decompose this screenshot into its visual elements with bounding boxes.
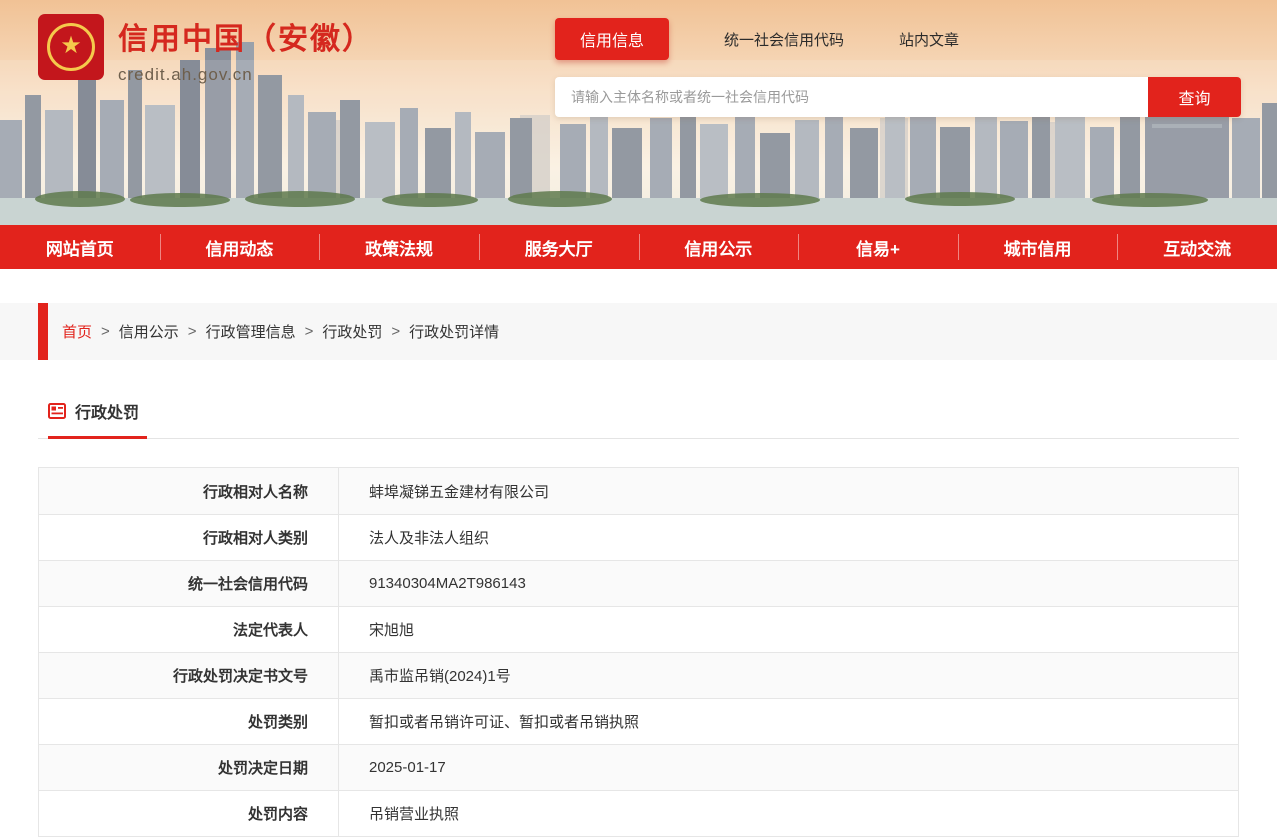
- detail-row-value: 法人及非法人组织: [339, 515, 1238, 560]
- section-header: 行政处罚: [38, 398, 1239, 439]
- header-banner: ★ 信用中国（安徽） credit.ah.gov.cn 信用信息 统一社会信用代…: [0, 0, 1277, 225]
- detail-row-label: 行政相对人名称: [39, 468, 339, 514]
- breadcrumb-separator: >: [391, 323, 400, 340]
- breadcrumb-separator: >: [101, 323, 110, 340]
- search-input[interactable]: [555, 77, 1148, 117]
- detail-row-label: 处罚决定日期: [39, 745, 339, 790]
- detail-row-value: 吊销营业执照: [339, 791, 1238, 836]
- breadcrumb-credit-publicity[interactable]: 信用公示: [119, 321, 179, 342]
- site-domain: credit.ah.gov.cn: [118, 65, 374, 85]
- nav-item-credit-publicity[interactable]: 信用公示: [639, 225, 799, 269]
- section-title: 行政处罚: [75, 399, 139, 423]
- detail-row-value: 暂扣或者吊销许可证、暂扣或者吊销执照: [339, 699, 1238, 744]
- site-logo[interactable]: ★ 信用中国（安徽） credit.ah.gov.cn: [38, 14, 374, 85]
- breadcrumb: 首页 > 信用公示 > 行政管理信息 > 行政处罚 > 行政处罚详情: [62, 321, 499, 342]
- breadcrumb-admin-penalty[interactable]: 行政处罚: [322, 321, 382, 342]
- detail-row-value: 2025-01-17: [339, 745, 1238, 790]
- national-emblem-icon: ★: [38, 14, 104, 80]
- search-button[interactable]: 查询: [1148, 77, 1241, 117]
- breadcrumb-admin-info[interactable]: 行政管理信息: [206, 321, 296, 342]
- penalty-detail-table: 行政相对人名称 蚌埠凝锑五金建材有限公司 行政相对人类别 法人及非法人组织 统一…: [38, 467, 1239, 837]
- detail-row-label: 处罚类别: [39, 699, 339, 744]
- main-navigation: 网站首页 信用动态 政策法规 服务大厅 信用公示 信易+ 城市信用 互动交流: [0, 225, 1277, 269]
- header-search-area: 信用信息 统一社会信用代码 站内文章 查询: [555, 18, 1241, 117]
- detail-row-value: 蚌埠凝锑五金建材有限公司: [339, 468, 1238, 514]
- detail-row-label: 统一社会信用代码: [39, 561, 339, 606]
- table-row: 处罚决定日期 2025-01-17: [39, 744, 1238, 790]
- site-title: 信用中国（安徽）: [118, 14, 374, 58]
- nav-item-interaction[interactable]: 互动交流: [1117, 225, 1277, 269]
- tab-credit-info[interactable]: 信用信息: [555, 18, 669, 60]
- detail-row-label: 处罚内容: [39, 791, 339, 836]
- tab-unified-code[interactable]: 统一社会信用代码: [724, 29, 844, 50]
- breadcrumb-accent-bar: [38, 303, 48, 360]
- breadcrumb-home[interactable]: 首页: [62, 321, 92, 342]
- logo-text-block: 信用中国（安徽） credit.ah.gov.cn: [118, 14, 374, 85]
- nav-item-home[interactable]: 网站首页: [0, 225, 160, 269]
- detail-row-value: 91340304MA2T986143: [339, 561, 1238, 606]
- nav-item-xinyi-plus[interactable]: 信易+: [798, 225, 958, 269]
- table-row: 处罚类别 暂扣或者吊销许可证、暂扣或者吊销执照: [39, 698, 1238, 744]
- tab-site-articles[interactable]: 站内文章: [899, 29, 959, 50]
- nav-item-city-credit[interactable]: 城市信用: [958, 225, 1118, 269]
- detail-row-label: 行政相对人类别: [39, 515, 339, 560]
- breadcrumb-penalty-detail: 行政处罚详情: [409, 321, 499, 342]
- table-row: 行政相对人类别 法人及非法人组织: [39, 514, 1238, 560]
- detail-row-value: 禹市监吊销(2024)1号: [339, 653, 1238, 698]
- breadcrumb-strip: 首页 > 信用公示 > 行政管理信息 > 行政处罚 > 行政处罚详情: [0, 303, 1277, 360]
- breadcrumb-separator: >: [188, 323, 197, 340]
- detail-row-label: 行政处罚决定书文号: [39, 653, 339, 698]
- nav-item-credit-news[interactable]: 信用动态: [160, 225, 320, 269]
- nav-item-service-hall[interactable]: 服务大厅: [479, 225, 639, 269]
- breadcrumb-separator: >: [305, 323, 314, 340]
- table-row: 行政相对人名称 蚌埠凝锑五金建材有限公司: [39, 468, 1238, 514]
- search-type-tabs: 信用信息 统一社会信用代码 站内文章: [555, 18, 1241, 60]
- table-row: 法定代表人 宋旭旭: [39, 606, 1238, 652]
- table-row: 处罚内容 吊销营业执照: [39, 790, 1238, 836]
- table-row: 统一社会信用代码 91340304MA2T986143: [39, 560, 1238, 606]
- detail-row-value: 宋旭旭: [339, 607, 1238, 652]
- document-table-icon: [48, 403, 66, 419]
- search-bar: 查询: [555, 77, 1241, 117]
- table-row: 行政处罚决定书文号 禹市监吊销(2024)1号: [39, 652, 1238, 698]
- detail-row-label: 法定代表人: [39, 607, 339, 652]
- nav-item-policies[interactable]: 政策法规: [319, 225, 479, 269]
- section-tab-admin-penalty[interactable]: 行政处罚: [48, 399, 147, 439]
